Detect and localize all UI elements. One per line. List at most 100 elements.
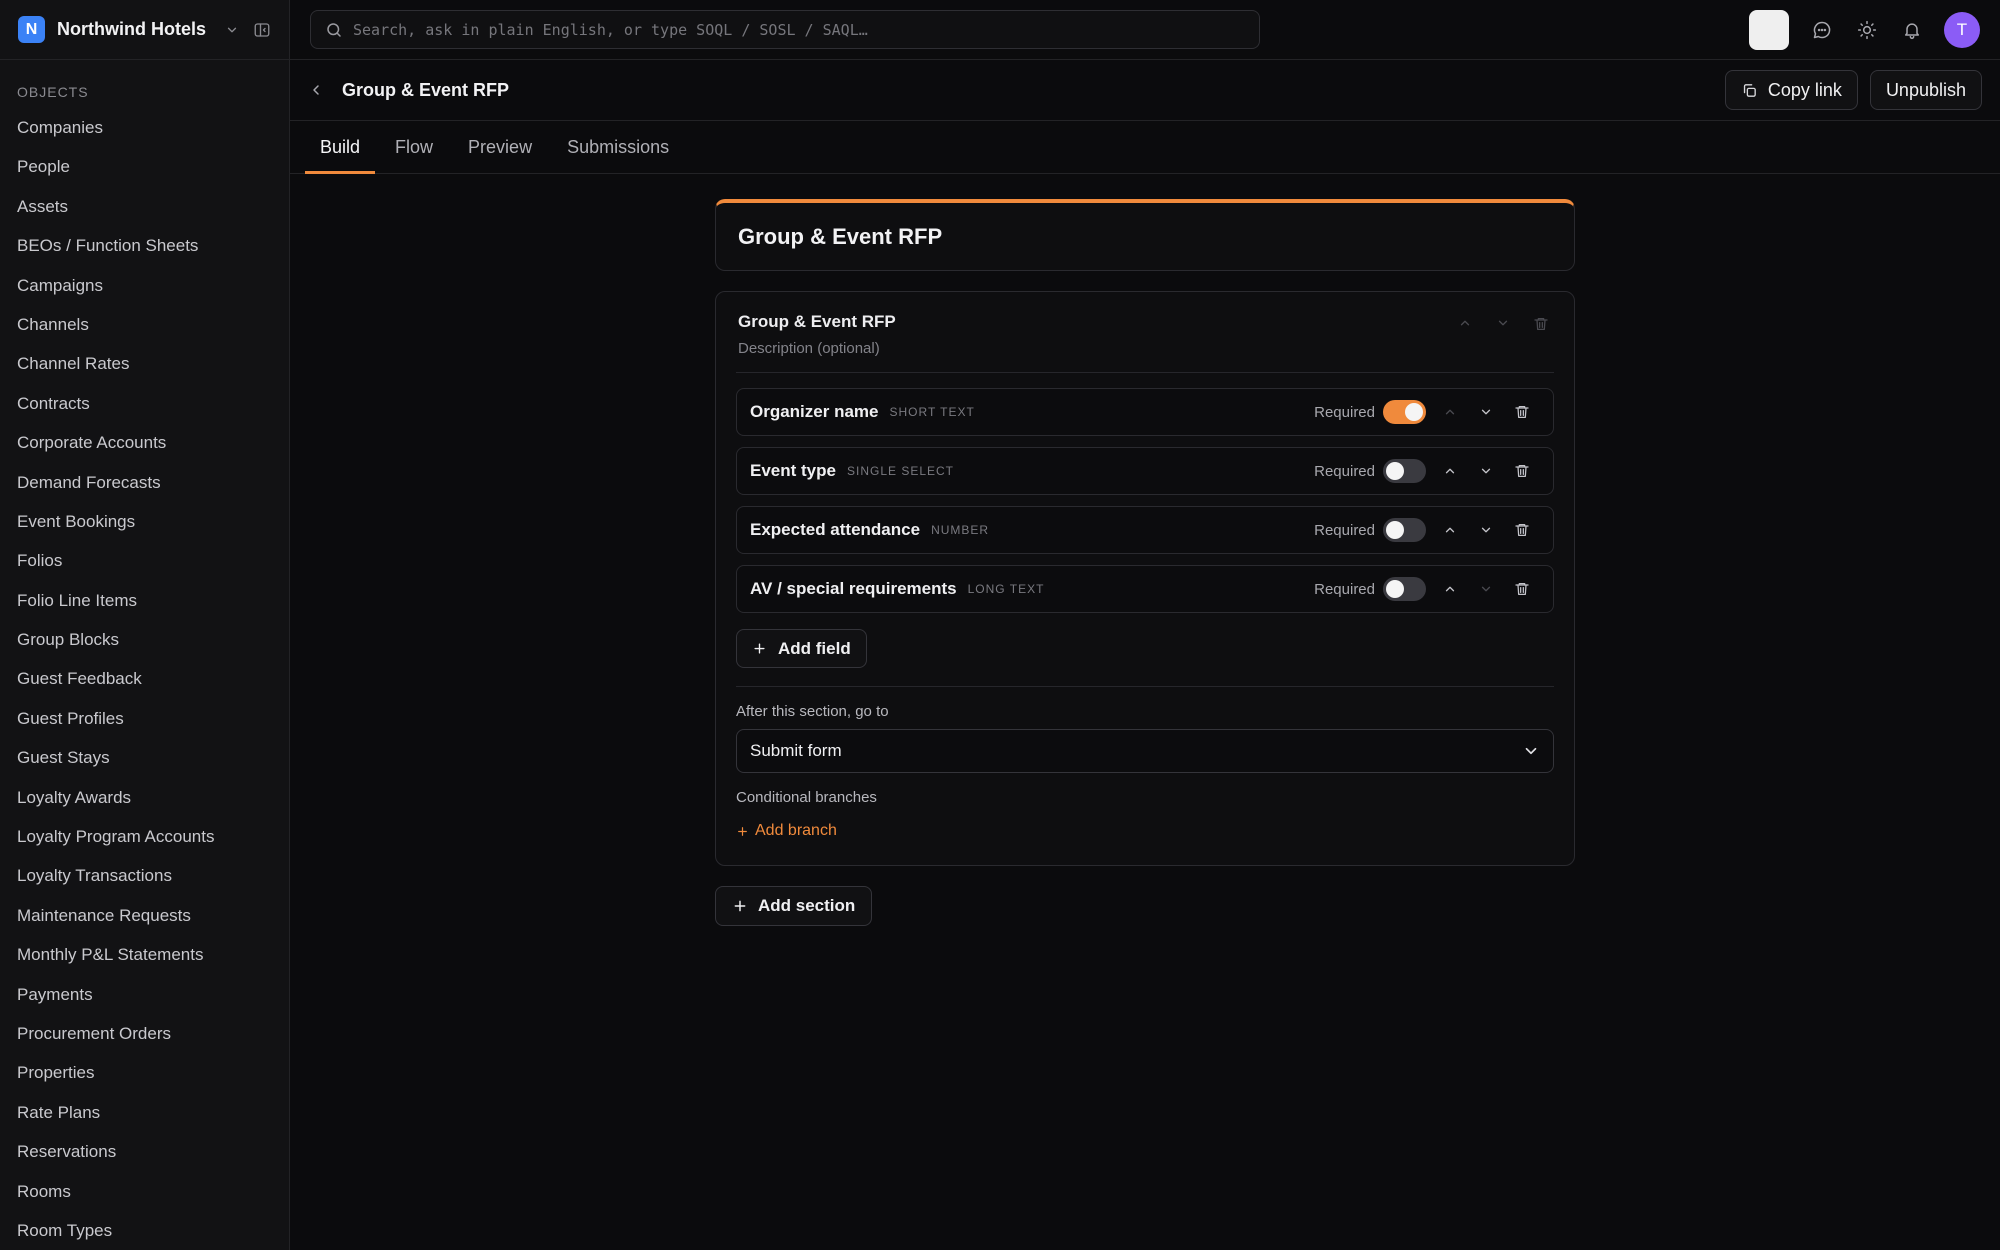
chevron-down-icon	[1522, 742, 1540, 760]
move-down-icon[interactable]	[1468, 523, 1504, 537]
workspace-switcher[interactable]: N Northwind Hotels	[0, 0, 289, 60]
field-row[interactable]: AV / special requirements LONG TEXT Requir…	[736, 565, 1554, 613]
sidebar-item[interactable]: Folios	[0, 541, 289, 580]
required-toggle[interactable]	[1383, 400, 1426, 424]
sidebar-item[interactable]: Payments	[0, 975, 289, 1014]
field-row[interactable]: Organizer name SHORT TEXT Required	[736, 388, 1554, 436]
trash-icon[interactable]	[1504, 463, 1540, 479]
sidebar-toggle-icon[interactable]	[253, 21, 271, 39]
add-branch-label: Add branch	[755, 822, 837, 839]
tab-flow[interactable]: Flow	[380, 121, 448, 173]
tab-build[interactable]: Build	[305, 121, 376, 174]
sidebar-item[interactable]: Contracts	[0, 384, 289, 423]
copy-icon	[1741, 82, 1758, 99]
section-title[interactable]: Group & Event RFP	[738, 312, 896, 332]
field-controls: Required	[1314, 577, 1540, 601]
form-title[interactable]: Group & Event RFP	[738, 224, 942, 250]
move-down-icon	[1468, 582, 1504, 596]
field-label[interactable]: Organizer name	[750, 402, 879, 422]
trash-icon[interactable]	[1504, 522, 1540, 538]
page-title: Group & Event RFP	[342, 79, 510, 100]
chat-icon[interactable]	[1799, 10, 1844, 50]
add-section-label: Add section	[758, 895, 856, 915]
sidebar-item[interactable]: BEOs / Function Sheets	[0, 226, 289, 265]
after-section-value: Submit form	[750, 741, 842, 760]
unpublish-button[interactable]: Unpublish	[1869, 70, 1982, 110]
add-field-button[interactable]: Add field	[736, 629, 867, 668]
sidebar-item[interactable]: Guest Feedback	[0, 659, 289, 698]
required-label: Required	[1314, 580, 1375, 598]
sidebar-item[interactable]: Rooms	[0, 1172, 289, 1211]
add-section-button[interactable]: Add section	[715, 885, 873, 926]
toggle-knob	[1386, 521, 1404, 539]
sidebar-item[interactable]: Maintenance Requests	[0, 896, 289, 935]
workspace-name: Northwind Hotels	[57, 19, 206, 39]
sidebar-item[interactable]: Room Types	[0, 1211, 289, 1250]
move-down-icon[interactable]	[1468, 405, 1504, 419]
field-label[interactable]: Expected attendance	[750, 520, 920, 540]
global-search	[310, 10, 1260, 49]
sidebar-item[interactable]: Channel Rates	[0, 344, 289, 383]
sidebar-item[interactable]: Rate Plans	[0, 1093, 289, 1132]
sidebar-item[interactable]: Loyalty Awards	[0, 778, 289, 817]
bell-icon[interactable]	[1889, 10, 1934, 50]
quick-action-button[interactable]	[1749, 9, 1789, 50]
chevron-down-icon[interactable]	[225, 23, 239, 37]
required-label: Required	[1314, 521, 1375, 539]
sidebar-item[interactable]: Corporate Accounts	[0, 423, 289, 462]
section-description[interactable]: Description (optional)	[738, 340, 896, 357]
sidebar-item[interactable]: Event Bookings	[0, 502, 289, 541]
sidebar-item[interactable]: Guest Profiles	[0, 699, 289, 738]
move-down-icon[interactable]	[1468, 464, 1504, 478]
sidebar-item[interactable]: Loyalty Program Accounts	[0, 817, 289, 856]
sidebar-item[interactable]: Guest Stays	[0, 738, 289, 777]
add-field-label: Add field	[778, 638, 851, 658]
move-up-icon[interactable]	[1432, 523, 1468, 537]
search-input[interactable]	[353, 20, 1245, 39]
user-avatar[interactable]: T	[1944, 11, 1980, 48]
tab-submissions[interactable]: Submissions	[552, 121, 684, 173]
page-actions: Copy link Unpublish	[1724, 70, 1982, 110]
add-branch-link[interactable]: Add branch	[736, 822, 837, 840]
copy-link-label: Copy link	[1767, 79, 1842, 100]
copy-link-button[interactable]: Copy link	[1724, 70, 1858, 110]
required-toggle[interactable]	[1383, 577, 1426, 601]
required-label: Required	[1314, 462, 1375, 480]
move-up-icon[interactable]	[1432, 582, 1468, 596]
sidebar-item[interactable]: Demand Forecasts	[0, 463, 289, 502]
move-up-icon[interactable]	[1432, 464, 1468, 478]
conditional-branches-label: Conditional branches	[736, 789, 877, 806]
required-toggle[interactable]	[1383, 459, 1426, 483]
plus-icon	[736, 825, 749, 838]
sidebar-item[interactable]: People	[0, 147, 289, 186]
tab-preview[interactable]: Preview	[453, 121, 547, 173]
sidebar-item[interactable]: Group Blocks	[0, 620, 289, 659]
search-icon	[325, 21, 343, 39]
theme-toggle-icon[interactable]	[1844, 10, 1889, 50]
field-label[interactable]: AV / special requirements	[750, 579, 957, 599]
sidebar-item[interactable]: Procurement Orders	[0, 1014, 289, 1053]
objects-nav: Companies People Assets BEOs / Function She…	[0, 108, 289, 1250]
sidebar-item[interactable]: Channels	[0, 305, 289, 344]
trash-icon[interactable]	[1504, 404, 1540, 420]
plus-icon	[732, 898, 748, 914]
field-row[interactable]: Event type SINGLE SELECT Required	[736, 447, 1554, 495]
sidebar-item[interactable]: Reservations	[0, 1132, 289, 1171]
sidebar-item[interactable]: Assets	[0, 187, 289, 226]
after-section-label: After this section, go to	[736, 703, 889, 720]
page-header: Group & Event RFP Copy link Unpublish	[290, 60, 2000, 121]
sidebar-item[interactable]: Loyalty Transactions	[0, 856, 289, 895]
trash-icon[interactable]	[1504, 581, 1540, 597]
after-section-select[interactable]: Submit form	[736, 729, 1554, 773]
form-title-card[interactable]: Group & Event RFP	[715, 199, 1575, 271]
field-row[interactable]: Expected attendance NUMBER Required	[736, 506, 1554, 554]
sidebar-item[interactable]: Properties	[0, 1053, 289, 1092]
sidebar-item[interactable]: Companies	[0, 108, 289, 147]
field-list: Organizer name SHORT TEXT Required Event ty…	[736, 388, 1554, 613]
field-label[interactable]: Event type	[750, 461, 836, 481]
sidebar-item[interactable]: Campaigns	[0, 266, 289, 305]
required-toggle[interactable]	[1383, 518, 1426, 542]
sidebar-item[interactable]: Monthly P&L Statements	[0, 935, 289, 974]
sidebar-item[interactable]: Folio Line Items	[0, 581, 289, 620]
back-chevron-icon[interactable]	[308, 82, 324, 98]
